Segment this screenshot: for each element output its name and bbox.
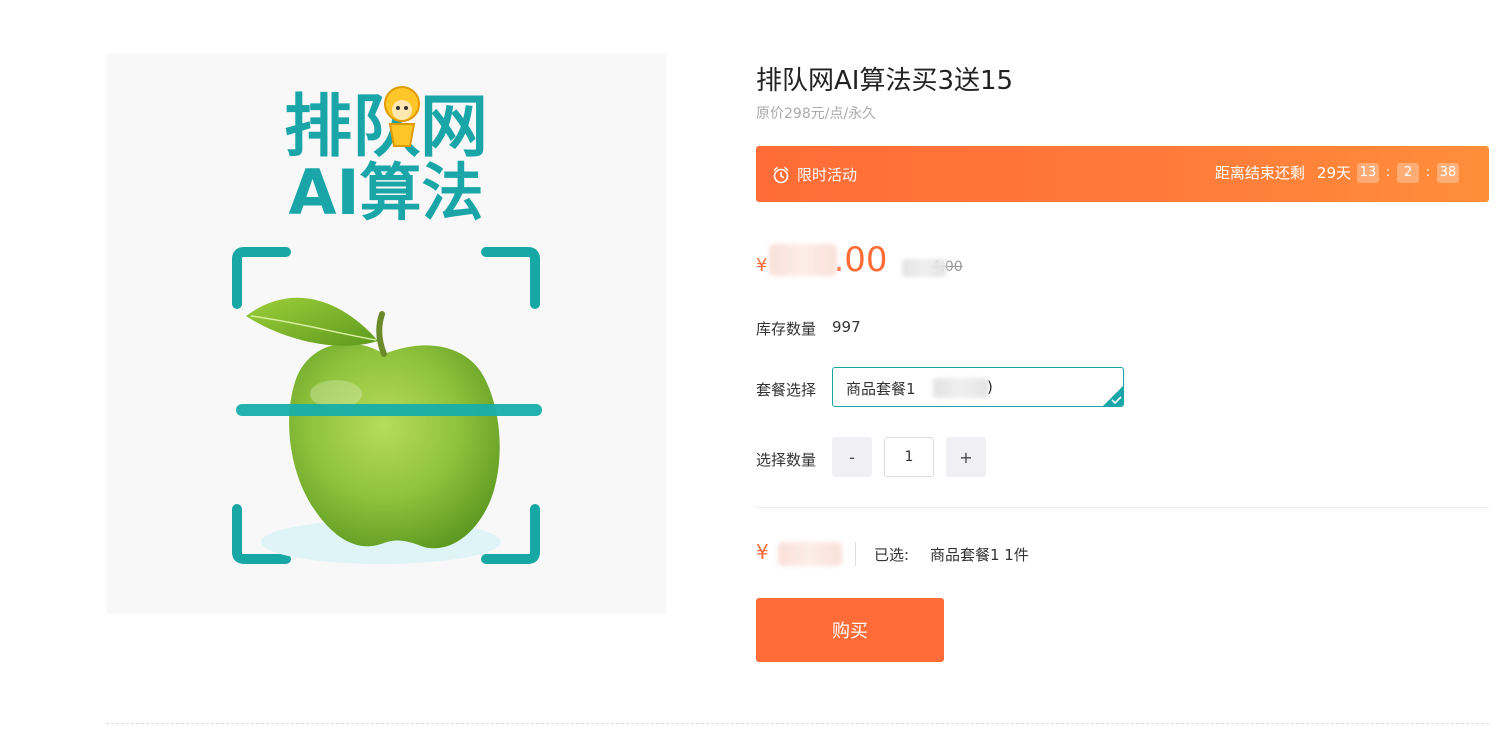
price-row: ¥ .00 4.00 bbox=[756, 240, 963, 280]
countdown-seconds: 38 bbox=[1437, 162, 1459, 183]
redacted-price-mask bbox=[769, 244, 838, 276]
quantity-increase-button[interactable]: + bbox=[946, 437, 986, 477]
summary-separator bbox=[855, 542, 856, 566]
apple-icon bbox=[246, 297, 500, 549]
stock-label: 库存数量 bbox=[756, 320, 817, 338]
redacted-total-mask bbox=[778, 542, 842, 566]
section-divider bbox=[106, 723, 1489, 724]
countdown-separator: : bbox=[1385, 165, 1391, 180]
selected-check-icon bbox=[1103, 386, 1123, 406]
buy-button[interactable]: 购买 bbox=[756, 598, 944, 662]
logo: 排队网 AI算法 bbox=[284, 86, 488, 229]
countdown-minutes: 2 bbox=[1397, 162, 1419, 183]
summary-price: ¥ bbox=[756, 540, 842, 566]
quantity-label: 选择数量 bbox=[756, 451, 817, 469]
product-illustration: 排队网 AI算法 bbox=[232, 86, 542, 564]
product-image: 排队网 AI算法 bbox=[106, 54, 666, 614]
promo-bar: 限时活动 距离结束还剩 29天 13 : 2 : 38 bbox=[756, 146, 1489, 202]
promo-label: 限时活动 bbox=[797, 166, 858, 184]
countdown-separator: : bbox=[1425, 165, 1431, 180]
quantity-input[interactable]: 1 bbox=[884, 437, 934, 477]
selected-label: 已选: bbox=[874, 546, 910, 564]
original-price: 4.00 bbox=[901, 259, 963, 277]
quantity-decrease-button[interactable]: - bbox=[832, 437, 872, 477]
countdown-prefix: 距离结束还剩 bbox=[1214, 164, 1305, 182]
countdown-hours: 13 bbox=[1357, 162, 1379, 183]
package-option-label: 商品套餐1 bbox=[846, 380, 916, 398]
redacted-package-price-mask bbox=[933, 378, 989, 398]
product-title: 排队网AI算法买3送15 bbox=[756, 66, 1014, 96]
price-currency: ¥ bbox=[756, 255, 768, 276]
alarm-clock-icon bbox=[773, 166, 789, 183]
package-option-paren: ) bbox=[987, 378, 993, 396]
package-option-1[interactable]: 商品套餐1 ) bbox=[832, 367, 1124, 407]
redacted-original-mask bbox=[901, 259, 946, 277]
countdown: 距离结束还剩 29天 13 : 2 : 38 bbox=[1215, 162, 1459, 183]
countdown-days: 29天 bbox=[1316, 164, 1351, 182]
stock-value: 997 bbox=[832, 318, 861, 336]
divider bbox=[756, 507, 1489, 508]
selected-value: 商品套餐1 1件 bbox=[930, 546, 1029, 564]
scan-line bbox=[236, 404, 542, 416]
current-price: .00 bbox=[769, 240, 888, 280]
product-subtitle: 原价298元/点/永久 bbox=[756, 106, 877, 122]
package-label: 套餐选择 bbox=[756, 381, 817, 399]
logo-line2: AI算法 bbox=[288, 156, 483, 229]
